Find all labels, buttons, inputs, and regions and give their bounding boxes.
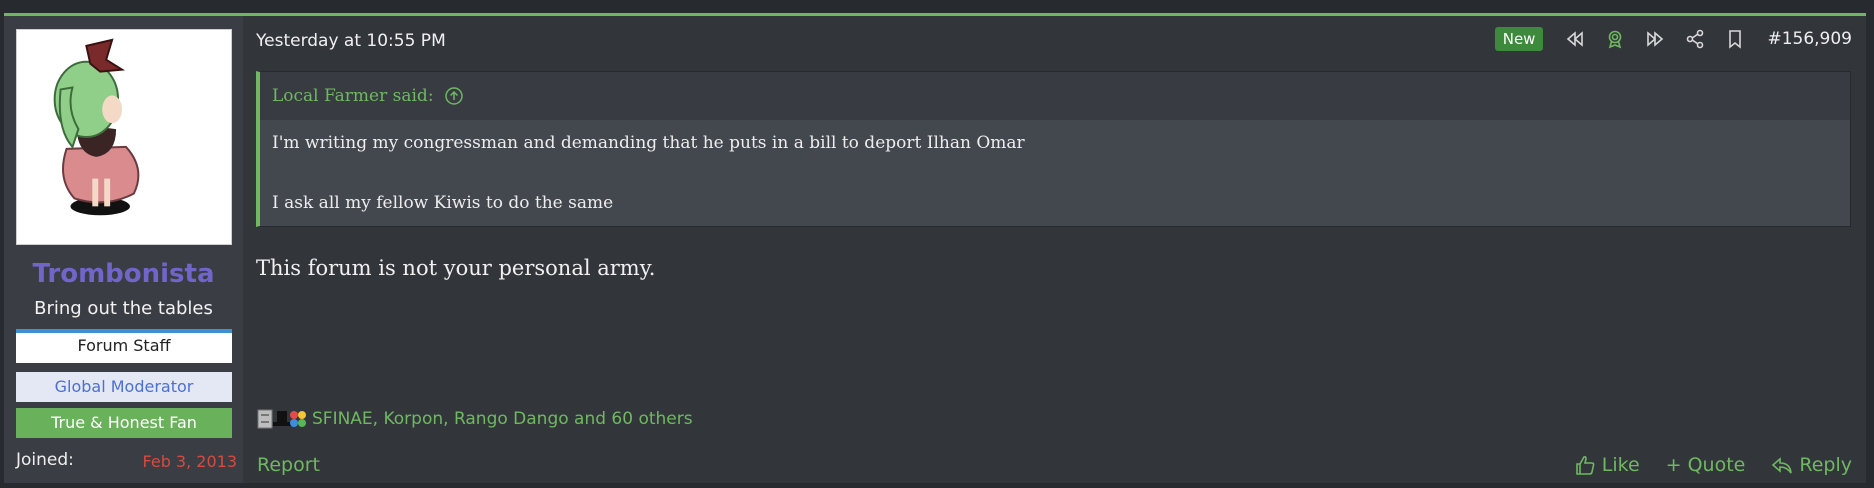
quote-header: Local Farmer said: xyxy=(260,72,1850,120)
reply-icon xyxy=(1772,457,1793,474)
new-badge: New xyxy=(1494,27,1544,51)
quote-block: Local Farmer said: I'm writing my congre… xyxy=(256,71,1851,227)
reaction-autism-icon xyxy=(290,411,306,427)
post-actions: Like + Quote Reply xyxy=(1574,454,1852,476)
quote-line: I'm writing my congressman and demanding… xyxy=(272,133,1025,153)
banner-global-moderator: Global Moderator xyxy=(16,372,232,402)
reply-label: Reply xyxy=(1799,454,1852,476)
quote-author[interactable]: Local Farmer said: xyxy=(272,86,434,106)
post-number[interactable]: #156,909 xyxy=(1767,29,1852,49)
joined-label: Joined: xyxy=(16,450,74,470)
report-link[interactable]: Report xyxy=(257,454,320,476)
post-message: This forum is not your personal army. xyxy=(256,256,656,280)
reply-button[interactable]: Reply xyxy=(1771,454,1852,476)
banner-true-honest-fan: True & Honest Fan xyxy=(16,408,232,438)
rewind-icon[interactable] xyxy=(1565,29,1585,49)
fast-forward-icon[interactable] xyxy=(1645,29,1665,49)
like-label: Like xyxy=(1601,454,1640,476)
thumbs-up-icon xyxy=(1575,455,1595,475)
quote-line: I ask all my fellow Kiwis to do the same xyxy=(272,193,614,213)
post-footer: Report Like + Quote Reply xyxy=(243,444,1866,486)
avatar-image xyxy=(53,38,140,216)
share-icon[interactable] xyxy=(1685,29,1705,49)
quote-button[interactable]: + Quote xyxy=(1666,454,1746,476)
award-icon[interactable] xyxy=(1605,29,1625,49)
post-main: Yesterday at 10:55 PM New #156,909 Local xyxy=(243,16,1866,483)
reactions-bar[interactable]: SFINAE, Korpon, Rango Dango and 60 other… xyxy=(256,408,693,430)
bookmark-icon[interactable] xyxy=(1725,29,1745,49)
joined-row: Joined: Feb 3, 2013 xyxy=(16,450,237,471)
joined-date: Feb 3, 2013 xyxy=(142,452,237,471)
banner-forum-staff: Forum Staff xyxy=(16,329,232,363)
avatar[interactable] xyxy=(16,29,232,245)
user-sidebar: Trombonista Bring out the tables Forum S… xyxy=(4,16,243,483)
quote-label: + Quote xyxy=(1665,454,1746,476)
reaction-icons xyxy=(256,408,306,430)
quote-body: I'm writing my congressman and demanding… xyxy=(260,120,1850,226)
reactions-list[interactable]: SFINAE, Korpon, Rango Dango and 60 other… xyxy=(312,409,693,429)
like-button[interactable]: Like xyxy=(1574,454,1640,476)
jump-up-icon[interactable] xyxy=(444,86,464,106)
user-title: Bring out the tables xyxy=(34,298,213,319)
post-toolbar: New #156,909 xyxy=(1494,27,1852,51)
post-date[interactable]: Yesterday at 10:55 PM xyxy=(256,31,446,51)
username[interactable]: Trombonista xyxy=(4,259,243,289)
post-container: Trombonista Bring out the tables Forum S… xyxy=(4,13,1866,483)
